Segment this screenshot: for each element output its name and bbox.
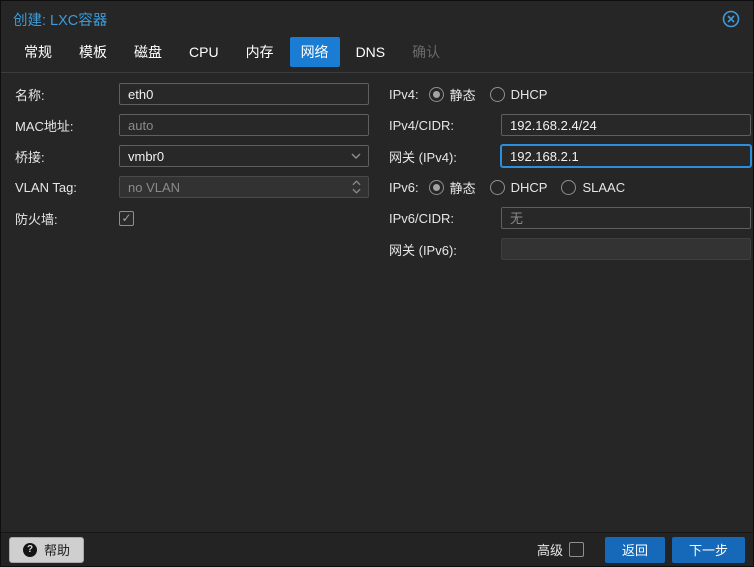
ipv4-dhcp-label: DHCP (511, 87, 548, 102)
mac-row: MAC地址: (15, 114, 375, 136)
dialog-title: 创建: LXC容器 (13, 9, 107, 30)
vlan-row: VLAN Tag: (15, 176, 375, 198)
gateway6-input[interactable] (501, 238, 751, 260)
create-lxc-dialog: 创建: LXC容器 常规 模板 磁盘 CPU 内存 网络 DNS 确认 名称: … (0, 0, 754, 567)
question-icon: ? (23, 543, 37, 557)
firewall-label: 防火墙: (15, 209, 119, 228)
vlan-label: VLAN Tag: (15, 180, 119, 195)
bridge-label: 桥接: (15, 147, 119, 166)
ipv6-static-label: 静态 (450, 178, 476, 197)
form-right-column: IPv4: 静态 DHCP IPv4/CIDR: 网关 (IPv4 (389, 83, 754, 269)
ipv6-dhcp-label: DHCP (511, 180, 548, 195)
advanced-checkbox[interactable] (569, 542, 584, 557)
ipv4-static-radio[interactable]: 静态 (429, 85, 476, 104)
chevron-down-icon[interactable] (349, 145, 363, 167)
ipv4-cidr-input[interactable] (501, 114, 751, 136)
ipv4-dhcp-radio[interactable]: DHCP (490, 87, 548, 102)
close-icon[interactable] (721, 9, 741, 29)
firewall-checkbox[interactable]: ✓ (119, 211, 134, 226)
vlan-spinner (119, 176, 369, 198)
name-input[interactable] (119, 83, 369, 105)
tab-disks[interactable]: 磁盘 (123, 37, 173, 67)
ipv4-cidr-row: IPv4/CIDR: (389, 114, 754, 136)
ipv4-static-label: 静态 (450, 85, 476, 104)
tab-network[interactable]: 网络 (290, 37, 340, 67)
ipv6-cidr-label: IPv6/CIDR: (389, 211, 501, 226)
vlan-input (119, 176, 369, 198)
tab-dns[interactable]: DNS (345, 39, 397, 65)
ipv4-label: IPv4: (389, 87, 419, 102)
tab-memory[interactable]: 内存 (235, 37, 285, 67)
ipv6-dhcp-radio[interactable]: DHCP (490, 180, 548, 195)
radio-selected-icon (429, 180, 444, 195)
ipv4-mode-row: IPv4: 静态 DHCP (389, 83, 754, 105)
tab-cpu[interactable]: CPU (178, 39, 230, 65)
gateway4-row: 网关 (IPv4): (389, 145, 754, 167)
bridge-row: 桥接: (15, 145, 375, 167)
tab-general[interactable]: 常规 (13, 37, 63, 67)
radio-unselected-icon (490, 87, 505, 102)
dialog-footer: ? 帮助 高级 返回 下一步 (1, 532, 753, 566)
spinner-up-down-icon (349, 176, 363, 198)
ipv4-cidr-label: IPv4/CIDR: (389, 118, 501, 133)
ipv6-slaac-label: SLAAC (582, 180, 625, 195)
gateway6-label: 网关 (IPv6): (389, 240, 501, 259)
gateway4-label: 网关 (IPv4): (389, 147, 501, 166)
form-left-column: 名称: MAC地址: 桥接: VLAN Tag: (15, 83, 375, 238)
gateway4-input[interactable] (501, 145, 751, 167)
name-row: 名称: (15, 83, 375, 105)
help-button-label: 帮助 (44, 540, 70, 559)
ipv6-slaac-radio[interactable]: SLAAC (561, 180, 625, 195)
firewall-row: 防火墙: ✓ (15, 207, 375, 229)
dialog-titlebar: 创建: LXC容器 (1, 1, 753, 37)
radio-selected-icon (429, 87, 444, 102)
name-label: 名称: (15, 85, 119, 104)
mac-label: MAC地址: (15, 116, 119, 135)
gateway6-row: 网关 (IPv6): (389, 238, 754, 260)
back-button[interactable]: 返回 (605, 537, 665, 563)
bridge-combo[interactable] (119, 145, 369, 167)
next-button[interactable]: 下一步 (672, 537, 745, 563)
ipv6-cidr-row: IPv6/CIDR: (389, 207, 754, 229)
advanced-label: 高级 (537, 540, 563, 559)
radio-unselected-icon (490, 180, 505, 195)
ipv4-radio-group: 静态 DHCP (429, 85, 548, 104)
bridge-input[interactable] (119, 145, 369, 167)
wizard-tabbar: 常规 模板 磁盘 CPU 内存 网络 DNS 确认 (1, 37, 753, 73)
ipv6-label: IPv6: (389, 180, 419, 195)
ipv6-static-radio[interactable]: 静态 (429, 178, 476, 197)
tab-confirm: 确认 (401, 37, 451, 67)
mac-input[interactable] (119, 114, 369, 136)
ipv6-mode-row: IPv6: 静态 DHCP SLAAC (389, 176, 754, 198)
ipv6-radio-group: 静态 DHCP SLAAC (429, 178, 626, 197)
ipv6-cidr-input[interactable] (501, 207, 751, 229)
radio-unselected-icon (561, 180, 576, 195)
tab-template[interactable]: 模板 (68, 37, 118, 67)
help-button[interactable]: ? 帮助 (9, 537, 84, 563)
